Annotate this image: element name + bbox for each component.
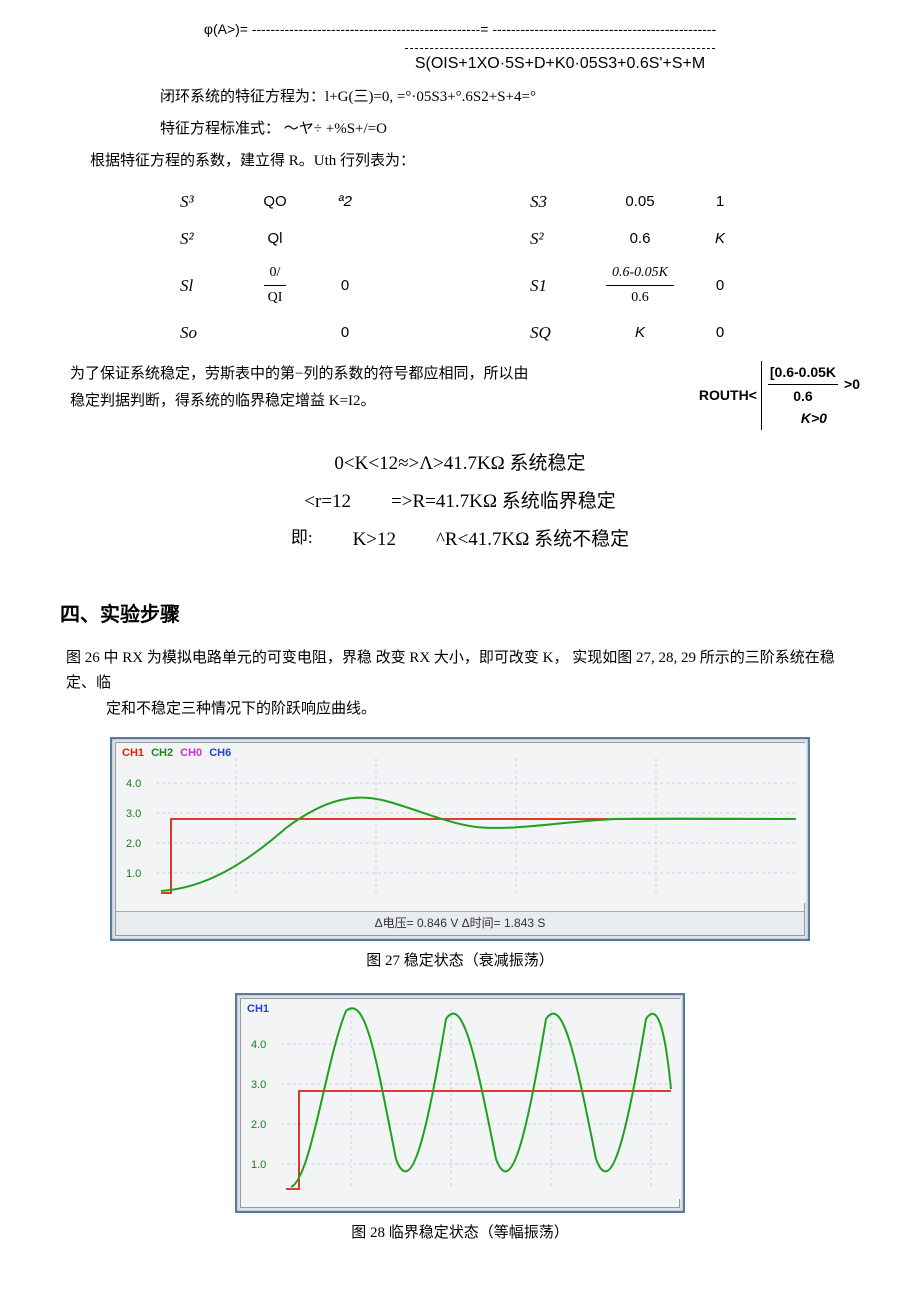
equation-numerator-line: φ(Α>)= ---------------------------------… — [60, 18, 860, 40]
routh-fraction-cell: 0.6-0.05K 0.6 — [580, 262, 700, 309]
channel-labels: CH1 — [247, 1001, 273, 1019]
routh-table-numeric: S3 0.05 1 S² 0.6 K S1 0.6-0.05K 0.6 0 SQ… — [530, 188, 740, 346]
svg-text:1.0: 1.0 — [251, 1159, 266, 1171]
chart-caption-28: 图 28 临界稳定状态（等幅振荡） — [60, 1221, 860, 1245]
oscilloscope-plot-critical: 4.0 3.0 2.0 1.0 — [241, 999, 681, 1199]
routh-intro-text: 根据特征方程的系数，建立得 R。Uth 行列表为： — [90, 149, 860, 173]
section-heading-experiment-steps: 四、实验步骤 — [60, 599, 860, 631]
chart-critical-response: CH1 4.0 3.0 2.0 1.0 — [60, 993, 860, 1213]
chart-stable-response: CH1 CH2 CH0 CH6 4.0 3. — [60, 737, 860, 941]
equation-denominator: S(OIS+1XO·5S+D+K0·05S3+0.6S'+S+M — [405, 48, 715, 77]
svg-text:2.0: 2.0 — [126, 838, 141, 850]
routh-row-label: S³ — [180, 188, 230, 215]
closed-loop-equation: 闭环系统的特征方程为：l+G(三)=0, =°·05S3+°.6S2+S+4=° — [160, 85, 860, 109]
stability-text-2: 稳定判据判断，得系统的临界稳定增益 K=I2。 — [70, 393, 376, 409]
stability-criterion-block: 为了保证系统稳定，劳斯表中的第−列的系数的符号都应相同，所以由 稳定判据判断，得… — [70, 361, 860, 429]
chart-caption-27: 图 27 稳定状态（衰减振荡） — [60, 949, 860, 973]
routh-table-symbolic: S³ QO ª2 S² Ql Sl 0/ QI 0 So 0 — [180, 188, 370, 346]
svg-text:3.0: 3.0 — [126, 808, 141, 820]
svg-text:3.0: 3.0 — [251, 1079, 266, 1091]
routh-fraction-cell: 0/ QI — [230, 262, 320, 309]
routh-condition: ROUTH< [0.6-0.05K 0.6 >0 K>0 — [699, 361, 860, 429]
experiment-description: 图 26 中 RX 为模拟电路单元的可变电阻，界稳 改变 RX 大小，即可改变 … — [66, 646, 860, 723]
stability-conclusions: 0<K<12≈>Λ>41.7KΩ 系统稳定 <r=12 =>R=41.7KΩ 系… — [60, 445, 860, 559]
svg-text:4.0: 4.0 — [126, 778, 141, 790]
oscilloscope-plot-stable: 4.0 3.0 2.0 1.0 — [116, 743, 806, 903]
transfer-function-equation: φ(Α>)= ---------------------------------… — [60, 18, 860, 40]
svg-text:1.0: 1.0 — [126, 868, 141, 880]
svg-text:4.0: 4.0 — [251, 1039, 266, 1051]
routh-tables: S³ QO ª2 S² Ql Sl 0/ QI 0 So 0 S3 0.05 1… — [100, 188, 820, 346]
channel-labels: CH1 CH2 CH0 CH6 — [122, 745, 235, 763]
stability-text-1: 为了保证系统稳定，劳斯表中的第−列的系数的符号都应相同，所以由 — [70, 366, 528, 382]
chart-readout: Δ电压= 0.846 V Δ时间= 1.843 S — [116, 911, 804, 935]
svg-text:2.0: 2.0 — [251, 1119, 266, 1131]
characteristic-form: 特征方程标准式： ～ヤ÷ +%S+/=O — [160, 117, 860, 141]
